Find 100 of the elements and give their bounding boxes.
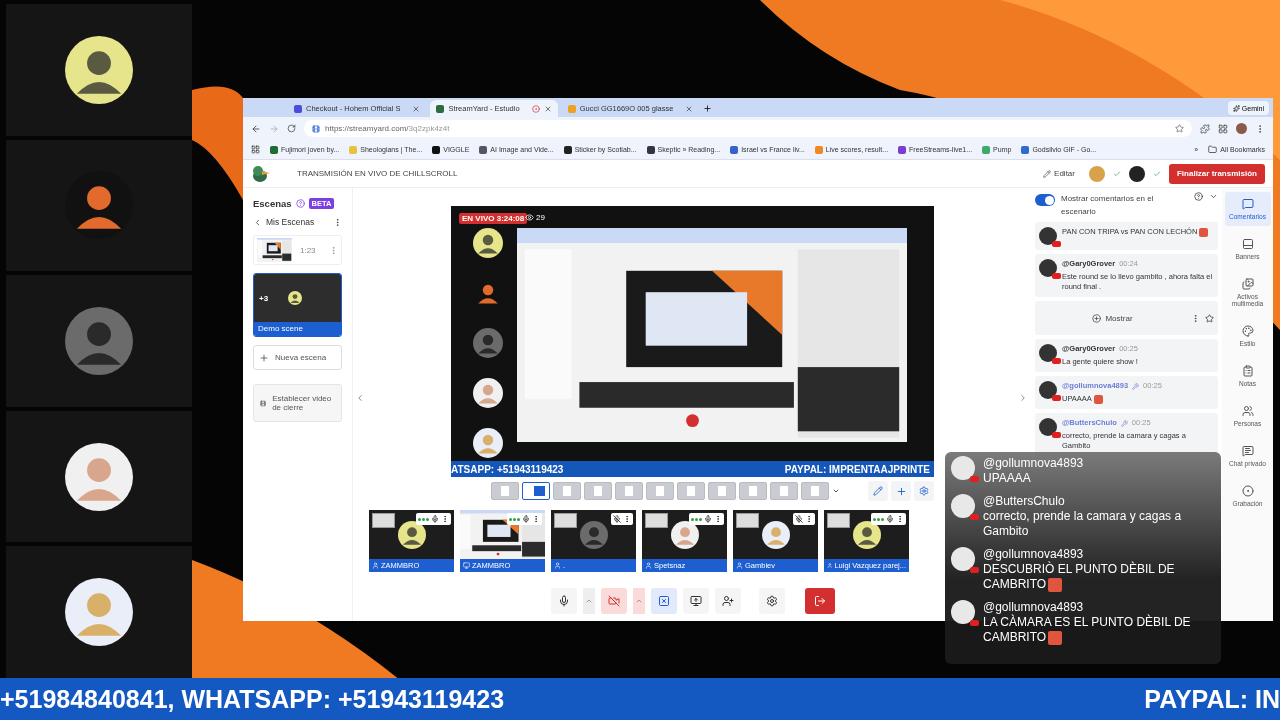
- camera-button[interactable]: [600, 588, 627, 614]
- slot-icon: [554, 513, 577, 528]
- channel-avatar: [1088, 165, 1105, 182]
- plus-icon: [259, 352, 269, 363]
- caret-icon: [634, 597, 643, 605]
- audio-level-icon: [418, 517, 429, 521]
- collapse-icon[interactable]: [355, 393, 365, 403]
- caret-icon: [584, 597, 593, 605]
- favicon-icon: [479, 145, 488, 154]
- invite-button[interactable]: [714, 588, 741, 614]
- live-badge: EN VIVO 3:24:08: [459, 213, 528, 224]
- back-icon[interactable]: [253, 217, 262, 227]
- add-person-icon: [721, 595, 734, 607]
- more-icon[interactable]: [441, 515, 449, 523]
- tab-search-icon[interactable]: [1218, 123, 1228, 134]
- star-icon[interactable]: [1205, 313, 1214, 323]
- favicon-icon: [432, 145, 441, 154]
- pencil-icon: [1043, 169, 1052, 178]
- plus-circle-icon: [1092, 313, 1102, 323]
- eye-icon: [525, 213, 534, 222]
- layout-icon: [780, 486, 788, 496]
- layout-option[interactable]: [522, 482, 550, 500]
- scenes-heading: Escenas: [253, 198, 292, 209]
- closing-video-button[interactable]: Establecer video de cierre: [253, 384, 342, 422]
- more-icon[interactable]: [714, 515, 722, 523]
- filter-icon[interactable]: [1209, 192, 1218, 201]
- more-icon[interactable]: [623, 515, 631, 523]
- chat-author: @gollumnova4893: [983, 600, 1085, 615]
- chat-text: UPAAAA: [983, 471, 1032, 486]
- sparkle-icon: [1232, 104, 1240, 112]
- audio-level-icon: [873, 517, 884, 521]
- favicon-icon: [814, 145, 823, 154]
- more-icon[interactable]: [532, 515, 540, 523]
- expand-icon[interactable]: [1018, 393, 1028, 403]
- help-icon[interactable]: [295, 199, 305, 208]
- more-icon[interactable]: [896, 515, 904, 523]
- chat-text: LA CÀMARA ES EL PUNTO DÈBIL DE CAMBRITO: [983, 615, 1192, 645]
- scene-card[interactable]: +3 Demo scene: [253, 273, 342, 337]
- help-icon[interactable]: [1194, 192, 1203, 201]
- layout-icon: [656, 486, 664, 496]
- mic-icon: [431, 515, 439, 523]
- more-icon[interactable]: [333, 217, 342, 227]
- address-field[interactable]: https://streamyard.com/3q2zpk4z4t: [304, 120, 1192, 137]
- layout-icon: [501, 486, 509, 496]
- banner-text: ATSAPP: +51943119423: [451, 463, 564, 475]
- new-scene-button[interactable]: Nueva escena: [253, 345, 342, 370]
- show-comments-switch[interactable]: [1035, 194, 1055, 206]
- duck-logo: [251, 163, 271, 184]
- audio-level-icon: [691, 517, 702, 521]
- favicon-icon: [898, 145, 907, 154]
- apps-icon[interactable]: [251, 145, 260, 154]
- user-icon: [372, 562, 379, 569]
- folder-icon: [1208, 145, 1218, 154]
- check-icon: [1152, 169, 1161, 178]
- chat-author: @gollumnova4893: [983, 456, 1084, 471]
- wrench-icon: [1132, 382, 1140, 390]
- reload-icon[interactable]: [287, 124, 296, 133]
- edit-button[interactable]: [868, 481, 888, 501]
- user-icon: [736, 562, 743, 569]
- leave-button[interactable]: [804, 588, 835, 614]
- layout-icon: [533, 486, 545, 496]
- settings-button[interactable]: [758, 588, 785, 614]
- star-icon[interactable]: [1175, 124, 1184, 133]
- chat-author: @ButtersChulo: [983, 494, 1066, 509]
- back-icon[interactable]: [251, 123, 261, 134]
- close-icon[interactable]: [543, 104, 552, 113]
- add-button[interactable]: [891, 481, 911, 501]
- layout-icon: [563, 486, 571, 496]
- share-screen-button[interactable]: [682, 588, 709, 614]
- close-icon[interactable]: [412, 104, 421, 113]
- favicon-icon: [567, 104, 576, 113]
- exit-icon: [813, 595, 826, 607]
- settings-button[interactable]: [914, 481, 934, 501]
- switch-label: Mostrar comentarios en el escenario: [1061, 193, 1155, 218]
- check-icon: [1112, 169, 1121, 178]
- favicon-icon: [982, 145, 991, 154]
- close-icon[interactable]: [685, 104, 694, 113]
- scene-clip[interactable]: 1:23: [253, 235, 342, 265]
- chat-text: DESCUBRIÒ EL PUNTO DÈBIL DE CAMBRITO: [983, 562, 1176, 592]
- edit-button[interactable]: Editar: [1037, 168, 1081, 179]
- stop-share-button[interactable]: [650, 588, 677, 614]
- viewer-count: 29: [525, 213, 545, 222]
- mic-button[interactable]: [550, 588, 577, 614]
- more-icon[interactable]: [805, 515, 813, 523]
- more-layouts-icon[interactable]: [832, 487, 840, 495]
- scene-name: Demo scene: [254, 322, 341, 336]
- audio-level-icon: [509, 517, 520, 521]
- film-icon: [260, 398, 267, 408]
- layout-icon: [811, 486, 819, 496]
- palette-icon: [1241, 325, 1254, 337]
- scenes-back-link[interactable]: Mis Escenas: [266, 217, 315, 227]
- extensions-icon[interactable]: [1200, 123, 1210, 134]
- favicon-icon: [730, 145, 739, 154]
- slot-icon: [736, 513, 759, 528]
- new-tab-icon[interactable]: [703, 104, 713, 113]
- more-icon[interactable]: [1191, 313, 1200, 323]
- end-broadcast-button[interactable]: Finalizar transmisión: [1168, 163, 1265, 184]
- show-button[interactable]: Mostrar: [1039, 312, 1186, 324]
- profile-avatar[interactable]: [1236, 123, 1247, 134]
- stream-title: TRANSMISIÓN EN VIVO DE CHILLSCROLL: [297, 169, 458, 178]
